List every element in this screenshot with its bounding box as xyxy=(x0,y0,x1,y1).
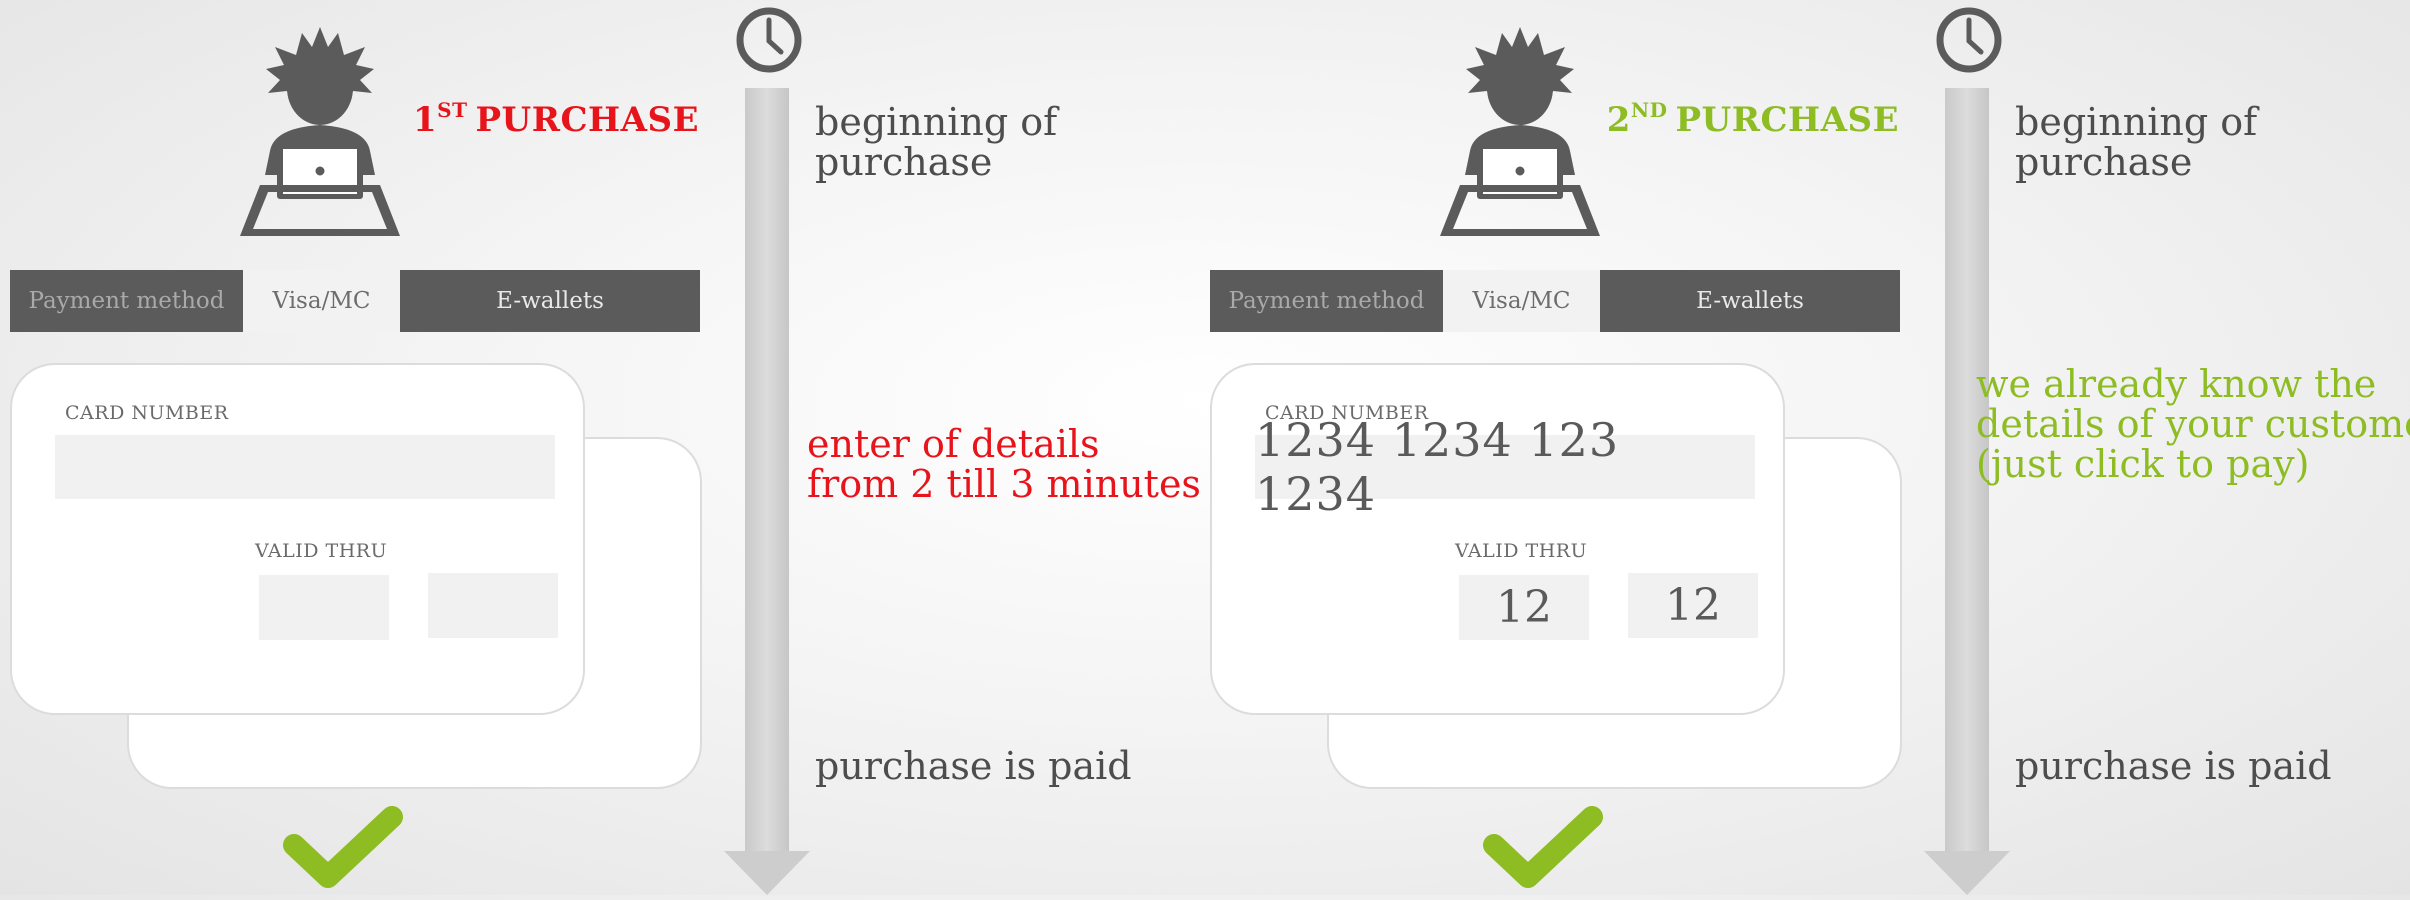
purchase-title: 1ST PURCHASE xyxy=(413,98,699,140)
person-at-laptop-icon xyxy=(240,27,400,236)
tab-payment-method: Payment method xyxy=(1210,270,1443,332)
checkmark-icon xyxy=(283,806,403,888)
purchase-ordinal-suffix: ST xyxy=(437,98,468,122)
timeline-begin-text: beginning of purchase xyxy=(815,100,1058,184)
payment-tabs: Payment method Visa/MC E-wallets xyxy=(10,270,700,332)
expiry-month-field[interactable]: 12 xyxy=(1459,575,1589,640)
purchase-number: 2 xyxy=(1606,100,1631,140)
card-number-field[interactable]: 1234 1234 123 1234 xyxy=(1255,413,1755,521)
timeline-begin-text: beginning of purchase xyxy=(2015,100,2258,184)
timeline-arrow xyxy=(1924,88,2010,895)
purchase-label: PURCHASE xyxy=(475,100,699,140)
tab-e-wallets[interactable]: E-wallets xyxy=(1600,270,1900,332)
timeline-end-text: purchase is paid xyxy=(815,744,1132,788)
payment-tabs: Payment method Visa/MC E-wallets xyxy=(1210,270,1900,332)
card-front: CARD NUMBER 1234 1234 123 1234 VALID THR… xyxy=(1210,363,1785,715)
purchase-number: 1 xyxy=(412,100,438,140)
first-purchase-panel: 1ST PURCHASE Payment method Visa/MC E-wal… xyxy=(0,0,1205,895)
checkmark-icon xyxy=(1483,806,1603,888)
person-at-laptop-icon xyxy=(1440,27,1600,236)
timeline-middle-text: enter of details from 2 till 3 minutes xyxy=(807,422,1201,506)
purchase-ordinal-suffix: ND xyxy=(1630,98,1668,122)
tab-visa-mc[interactable]: Visa/MC xyxy=(243,270,400,332)
clock-icon xyxy=(1936,7,2002,73)
expiry-year-field[interactable] xyxy=(428,573,558,638)
card-front: CARD NUMBER VALID THRU xyxy=(10,363,585,715)
timeline-arrow xyxy=(724,88,810,895)
tab-visa-mc[interactable]: Visa/MC xyxy=(1443,270,1600,332)
tab-e-wallets[interactable]: E-wallets xyxy=(400,270,700,332)
clock-icon xyxy=(736,7,802,73)
card-number-label: CARD NUMBER xyxy=(65,402,229,424)
purchase-label: PURCHASE xyxy=(1675,100,1899,140)
expiry-year-field[interactable]: 12 xyxy=(1628,573,1758,638)
tab-payment-method: Payment method xyxy=(10,270,243,332)
second-purchase-panel: 2ND PURCHASE Payment method Visa/MC E-wal… xyxy=(1200,0,2410,895)
valid-thru-label: VALID THRU xyxy=(255,540,388,562)
expiry-month-field[interactable] xyxy=(259,575,389,640)
valid-thru-label: VALID THRU xyxy=(1455,540,1588,562)
purchase-title: 2ND PURCHASE xyxy=(1607,98,1899,140)
timeline-middle-text: we already know the details of your cust… xyxy=(1976,362,2410,486)
card-number-field[interactable] xyxy=(55,435,555,499)
timeline-end-text: purchase is paid xyxy=(2015,744,2332,788)
